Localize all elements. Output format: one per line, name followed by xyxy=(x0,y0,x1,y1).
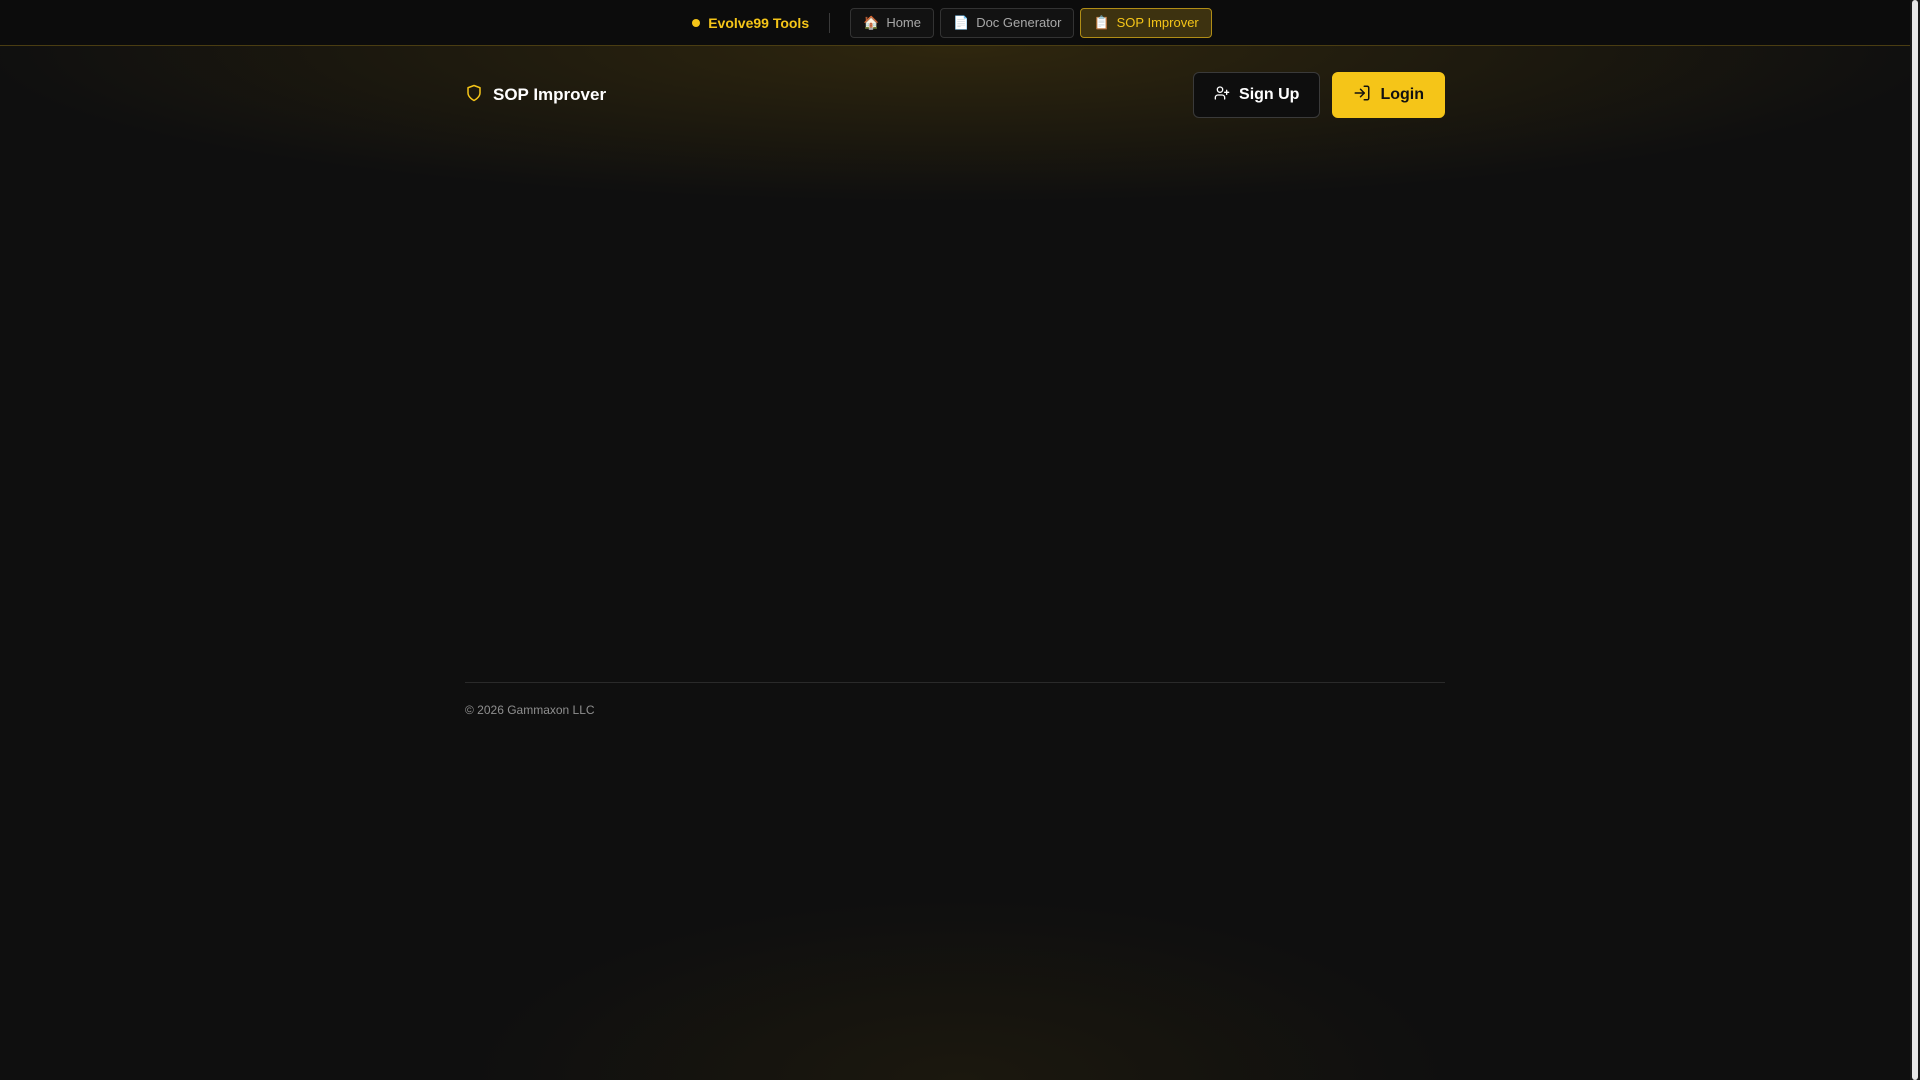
sign-up-label: Sign Up xyxy=(1239,86,1300,103)
footer: © 2026 Gammaxon LLC xyxy=(465,682,1445,719)
scrollbar-thumb[interactable] xyxy=(1912,0,1918,1080)
tab-doc-generator-label: Doc Generator xyxy=(976,15,1062,30)
page: Evolve99 Tools 🏠 Home 📄 Doc Generator 📋 … xyxy=(0,0,1920,1080)
login-icon xyxy=(1353,84,1371,107)
copyright-text: © 2026 Gammaxon LLC xyxy=(465,703,595,717)
app-title: SOP Improver xyxy=(493,85,607,104)
app-logo[interactable]: SOP Improver xyxy=(465,84,606,107)
user-icon xyxy=(1214,85,1230,106)
vertical-scrollbar[interactable] xyxy=(1910,0,1920,1080)
brand[interactable]: Evolve99 Tools xyxy=(692,12,831,33)
tab-sop-improver[interactable]: 📋 SOP Improver xyxy=(1080,7,1212,38)
tab-home[interactable]: 🏠 Home xyxy=(850,7,934,38)
app-header: SOP Improver Sign Up Login xyxy=(465,72,1445,118)
clipboard-icon: 📋 xyxy=(1093,15,1110,30)
brand-dot-icon xyxy=(692,18,701,27)
login-label: Login xyxy=(1380,86,1424,103)
home-icon: 🏠 xyxy=(863,15,880,30)
brand-name: Evolve99 Tools xyxy=(708,14,810,31)
top-nav-bar: Evolve99 Tools 🏠 Home 📄 Doc Generator 📋 … xyxy=(0,0,1910,46)
tab-doc-generator[interactable]: 📄 Doc Generator xyxy=(940,7,1075,38)
top-nav-inner: Evolve99 Tools 🏠 Home 📄 Doc Generator 📋 … xyxy=(692,0,1218,46)
login-button[interactable]: Login xyxy=(1332,72,1445,118)
document-icon: 📄 xyxy=(953,15,970,30)
sign-up-button[interactable]: Sign Up xyxy=(1193,72,1321,118)
auth-buttons: Sign Up Login xyxy=(1193,72,1445,118)
shield-icon xyxy=(465,84,483,107)
tab-sop-improver-label: SOP Improver xyxy=(1116,15,1199,30)
tab-home-label: Home xyxy=(886,15,921,30)
